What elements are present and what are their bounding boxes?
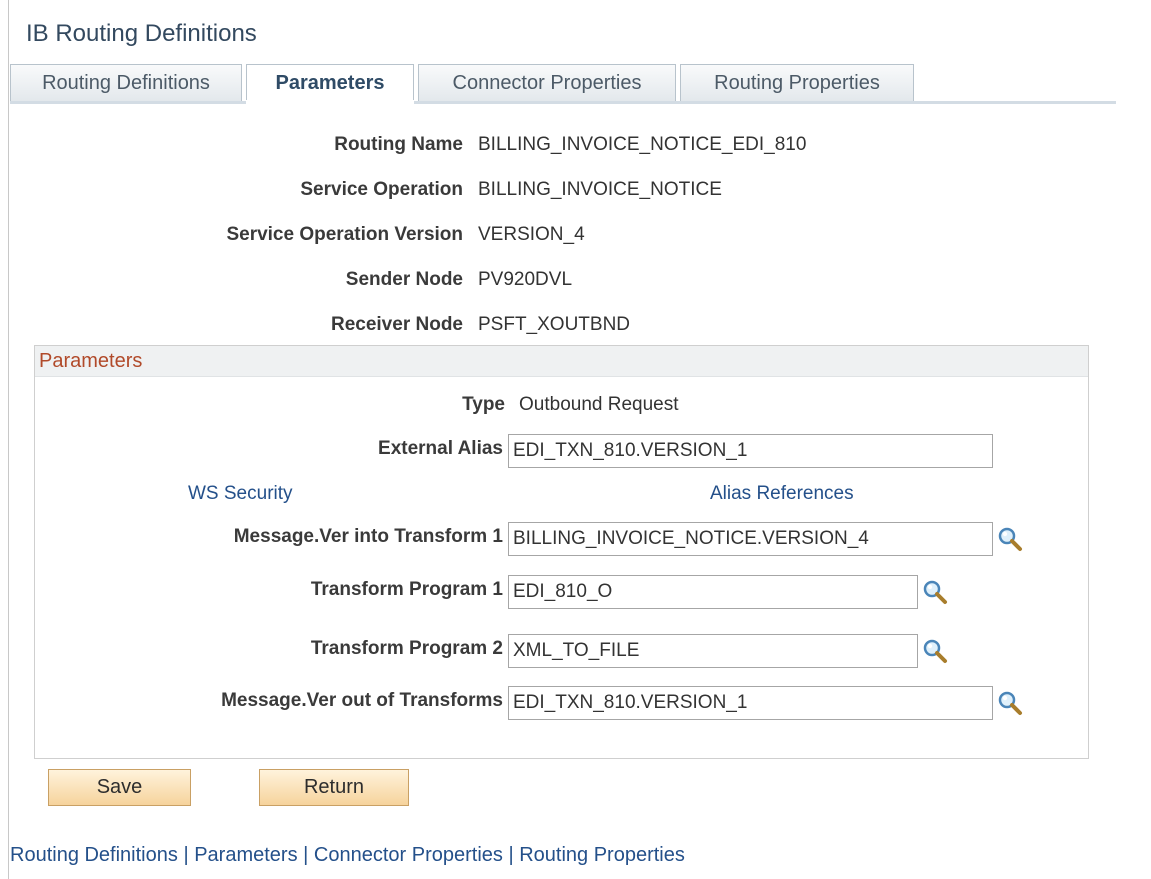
transform-program-1-label: Transform Program 1 <box>310 579 503 600</box>
parameters-group-header: Parameters <box>35 346 1088 377</box>
msg-out-of-transforms-row: Message.Ver out of Transforms <box>0 690 503 716</box>
footer-link-routing-properties[interactable]: Routing Properties <box>519 844 685 866</box>
receiver-node-row: Receiver Node <box>0 314 463 340</box>
lookup-icon[interactable] <box>921 578 949 606</box>
routing-name-value: BILLING_INVOICE_NOTICE_EDI_810 <box>478 134 807 155</box>
tab-bar: Routing Definitions Parameters Connector… <box>10 64 1116 104</box>
footer-link-routing-definitions[interactable]: Routing Definitions <box>10 844 178 866</box>
msg-out-of-transforms-field[interactable] <box>508 686 993 720</box>
save-button[interactable]: Save <box>48 769 191 806</box>
footer-link-parameters[interactable]: Parameters <box>194 844 297 866</box>
tab-routing-properties[interactable]: Routing Properties <box>680 64 914 101</box>
transform-program-2-field[interactable] <box>508 634 918 668</box>
service-operation-label: Service Operation <box>300 179 463 200</box>
tab-connector-properties[interactable]: Connector Properties <box>418 64 676 101</box>
lookup-icon[interactable] <box>996 689 1024 717</box>
receiver-node-label: Receiver Node <box>330 314 463 335</box>
lookup-icon[interactable] <box>921 637 949 665</box>
tab-routing-definitions[interactable]: Routing Definitions <box>10 64 242 101</box>
tab-underline <box>10 101 1116 104</box>
msg-into-transform-field[interactable] <box>508 522 993 556</box>
routing-name-label: Routing Name <box>334 134 463 155</box>
sender-node-row: Sender Node <box>0 269 463 295</box>
service-operation-version-label: Service Operation Version <box>226 224 463 245</box>
return-button[interactable]: Return <box>259 769 409 806</box>
service-operation-row: Service Operation <box>0 179 463 205</box>
external-alias-label: External Alias <box>378 438 503 459</box>
sender-node-value: PV920DVL <box>478 269 573 290</box>
sender-node-label: Sender Node <box>345 269 463 290</box>
type-value: Outbound Request <box>519 394 679 415</box>
msg-out-of-transforms-label: Message.Ver out of Transforms <box>221 690 503 711</box>
footer-link-connector-properties[interactable]: Connector Properties <box>314 844 503 866</box>
parameters-group-title: Parameters <box>39 350 143 372</box>
service-operation-version-value: VERSION_4 <box>478 224 585 245</box>
routing-name-row: Routing Name <box>0 134 463 160</box>
footer-separator: | <box>303 844 309 866</box>
msg-into-transform-label: Message.Ver into Transform 1 <box>233 526 503 547</box>
type-row: Type <box>0 394 505 420</box>
transform-program-1-row: Transform Program 1 <box>0 579 503 605</box>
external-alias-row: External Alias <box>0 438 503 464</box>
lookup-icon[interactable] <box>996 525 1024 553</box>
footer-separator: | <box>508 844 514 866</box>
msg-into-transform-row: Message.Ver into Transform 1 <box>0 526 503 552</box>
receiver-node-value: PSFT_XOUTBND <box>478 314 631 335</box>
footer-separator: | <box>183 844 189 866</box>
type-label: Type <box>462 394 505 415</box>
transform-program-2-row: Transform Program 2 <box>0 638 503 664</box>
service-operation-value: BILLING_INVOICE_NOTICE <box>478 179 722 200</box>
alias-references-link[interactable]: Alias References <box>710 483 854 505</box>
transform-program-1-field[interactable] <box>508 575 918 609</box>
footer-tab-links: Routing Definitions | Parameters | Conne… <box>10 844 685 867</box>
transform-program-2-label: Transform Program 2 <box>310 638 503 659</box>
service-operation-version-row: Service Operation Version <box>0 224 463 250</box>
external-alias-field[interactable] <box>508 434 993 468</box>
tab-parameters[interactable]: Parameters <box>246 64 414 104</box>
page-title: IB Routing Definitions <box>26 20 257 47</box>
ws-security-link[interactable]: WS Security <box>188 483 293 505</box>
